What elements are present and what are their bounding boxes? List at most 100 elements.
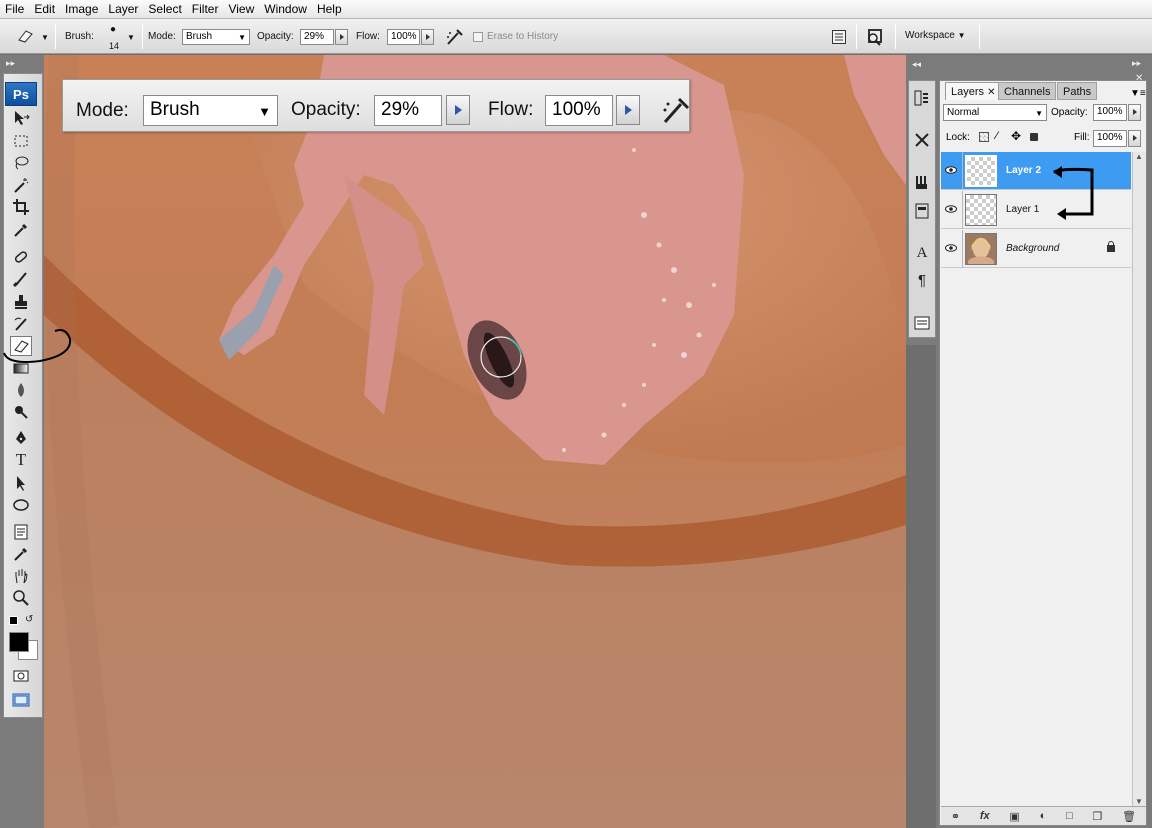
default-colors-icon[interactable] xyxy=(9,616,18,625)
mode-select[interactable]: Brush ▼ xyxy=(182,29,250,45)
tab-layers[interactable]: Layers ✕ xyxy=(945,82,1002,100)
zoom-flow-field[interactable]: 100% xyxy=(545,95,613,126)
blur-tool-icon[interactable] xyxy=(10,380,32,400)
fill-slider-button[interactable] xyxy=(1128,130,1141,147)
add-mask-icon[interactable]: ▣ xyxy=(1009,810,1019,823)
trash-icon[interactable]: 🗑 xyxy=(1122,810,1136,823)
swap-colors-icon[interactable]: ↺ xyxy=(25,614,33,625)
healing-brush-tool-icon[interactable] xyxy=(10,247,32,267)
brush-dot-icon[interactable]: ● xyxy=(110,24,116,36)
notes-panel-icon[interactable] xyxy=(912,313,932,333)
opacity-field[interactable]: 29% xyxy=(300,29,334,45)
notes-tool-icon[interactable] xyxy=(10,522,32,542)
menu-edit[interactable]: Edit xyxy=(29,0,60,19)
zoom-tool-icon[interactable] xyxy=(10,588,32,608)
magic-wand-tool-icon[interactable] xyxy=(10,175,32,195)
visibility-eye-icon[interactable] xyxy=(945,164,957,176)
visibility-eye-icon[interactable] xyxy=(945,203,957,215)
shape-tool-icon[interactable] xyxy=(10,495,32,515)
eyedropper-2-tool-icon[interactable] xyxy=(10,544,32,564)
hand-tool-icon[interactable] xyxy=(10,566,32,586)
fill-field[interactable]: 100% xyxy=(1093,130,1127,147)
tab-channels[interactable]: Channels xyxy=(998,82,1057,100)
layers-scrollbar[interactable]: ▲ ▼ xyxy=(1132,152,1146,806)
layer-name[interactable]: Background xyxy=(1006,242,1059,256)
layer-opacity-slider-button[interactable] xyxy=(1128,104,1141,121)
move-tool-icon[interactable] xyxy=(10,108,32,128)
lock-position-icon[interactable]: ✥ xyxy=(1011,129,1021,143)
lock-pixels-icon[interactable]: ∕ xyxy=(996,130,998,142)
panel-collapse-icon[interactable]: ◂◂ xyxy=(912,59,921,70)
adjustment-layer-icon[interactable]: ◐ xyxy=(1040,810,1047,822)
brush-tool-icon[interactable] xyxy=(10,269,32,289)
divider xyxy=(142,23,143,49)
new-group-icon[interactable]: □ xyxy=(1066,810,1073,822)
menu-window[interactable]: Window xyxy=(259,0,312,19)
path-selection-tool-icon[interactable] xyxy=(10,473,32,493)
workspace-button[interactable]: Workspace ▼ xyxy=(905,30,966,42)
history-panel-icon[interactable] xyxy=(912,88,932,108)
brush-picker-dropdown-icon[interactable]: ▼ xyxy=(127,32,135,44)
panel-expand-icon[interactable]: ▸▸ xyxy=(6,58,15,69)
menu-view[interactable]: View xyxy=(223,0,259,19)
lock-transparent-icon[interactable] xyxy=(979,132,989,142)
character-panel-icon[interactable]: A xyxy=(912,243,932,263)
menu-filter[interactable]: Filter xyxy=(187,0,224,19)
opacity-slider-button[interactable] xyxy=(335,29,348,45)
type-tool-icon[interactable]: T xyxy=(10,450,32,470)
new-layer-icon[interactable]: ❐ xyxy=(1092,810,1102,823)
panel-menu-icon[interactable]: ▼≡ xyxy=(1130,88,1146,99)
scroll-down-icon[interactable]: ▼ xyxy=(1135,797,1143,806)
lasso-tool-icon[interactable] xyxy=(10,153,32,173)
layer-opacity-label: Opacity: xyxy=(1051,107,1088,118)
pen-tool-icon[interactable] xyxy=(10,428,32,448)
blend-mode-select[interactable]: Normal ▼ xyxy=(943,104,1047,121)
quick-mask-icon[interactable] xyxy=(10,666,32,686)
menu-layer[interactable]: Layer xyxy=(103,0,143,19)
airbrush-icon[interactable] xyxy=(445,27,465,47)
flow-field[interactable]: 100% xyxy=(387,29,420,45)
clone-source-panel-icon[interactable] xyxy=(912,201,932,221)
dock-collapse-icon[interactable]: ▸▸ xyxy=(1132,58,1141,69)
zoom-opacity-field[interactable]: 29% xyxy=(374,95,442,126)
tool-preset-dropdown-icon[interactable]: ▼ xyxy=(41,32,49,44)
screen-mode-icon[interactable] xyxy=(10,690,32,710)
layer-name[interactable]: Layer 2 xyxy=(1006,164,1041,178)
erase-to-history-checkbox[interactable] xyxy=(473,32,483,42)
layer-row-background[interactable]: Background xyxy=(941,230,1131,268)
scroll-up-icon[interactable]: ▲ xyxy=(1135,152,1143,161)
visibility-eye-icon[interactable] xyxy=(945,242,957,254)
menu-help[interactable]: Help xyxy=(312,0,347,19)
dodge-tool-icon[interactable] xyxy=(10,402,32,422)
layer-opacity-field[interactable]: 100% xyxy=(1093,104,1127,121)
zoom-flow-slider-button[interactable] xyxy=(616,95,640,125)
close-icon[interactable]: ✕ xyxy=(1135,73,1143,84)
menu-image[interactable]: Image xyxy=(60,0,103,19)
layer-name[interactable]: Layer 1 xyxy=(1006,203,1039,217)
menu-file[interactable]: File xyxy=(0,0,29,19)
bridge-icon[interactable] xyxy=(864,27,886,47)
crop-tool-icon[interactable] xyxy=(10,197,32,217)
close-icon[interactable]: ✕ xyxy=(987,87,995,98)
layer-row-layer-1[interactable]: Layer 1 xyxy=(941,191,1131,229)
tool-presets-panel-icon[interactable] xyxy=(912,130,932,150)
brushes-panel-icon[interactable] xyxy=(912,173,932,193)
flow-slider-button[interactable] xyxy=(421,29,434,45)
link-layers-icon[interactable]: ⚭ xyxy=(951,810,960,823)
zoom-opacity-slider-button[interactable] xyxy=(446,95,470,125)
layer-row-layer-2[interactable]: Layer 2 xyxy=(941,152,1131,190)
document-canvas[interactable] xyxy=(44,55,906,828)
lock-all-icon[interactable] xyxy=(1030,133,1038,141)
paragraph-panel-icon[interactable]: ¶ xyxy=(912,270,932,290)
clone-stamp-tool-icon[interactable] xyxy=(10,292,32,312)
gradient-tool-icon[interactable] xyxy=(10,358,32,378)
eyedropper-tool-icon[interactable] xyxy=(10,220,32,240)
tab-paths[interactable]: Paths xyxy=(1057,82,1098,100)
menu-select[interactable]: Select xyxy=(143,0,186,19)
eraser-preset-icon[interactable] xyxy=(16,28,34,44)
layer-style-icon[interactable]: fx xyxy=(980,810,990,822)
brush-palette-icon[interactable] xyxy=(831,29,847,45)
foreground-color-swatch[interactable] xyxy=(9,632,29,652)
marquee-tool-icon[interactable] xyxy=(10,131,32,151)
zoom-mode-select[interactable]: Brush ▼ xyxy=(143,95,278,126)
